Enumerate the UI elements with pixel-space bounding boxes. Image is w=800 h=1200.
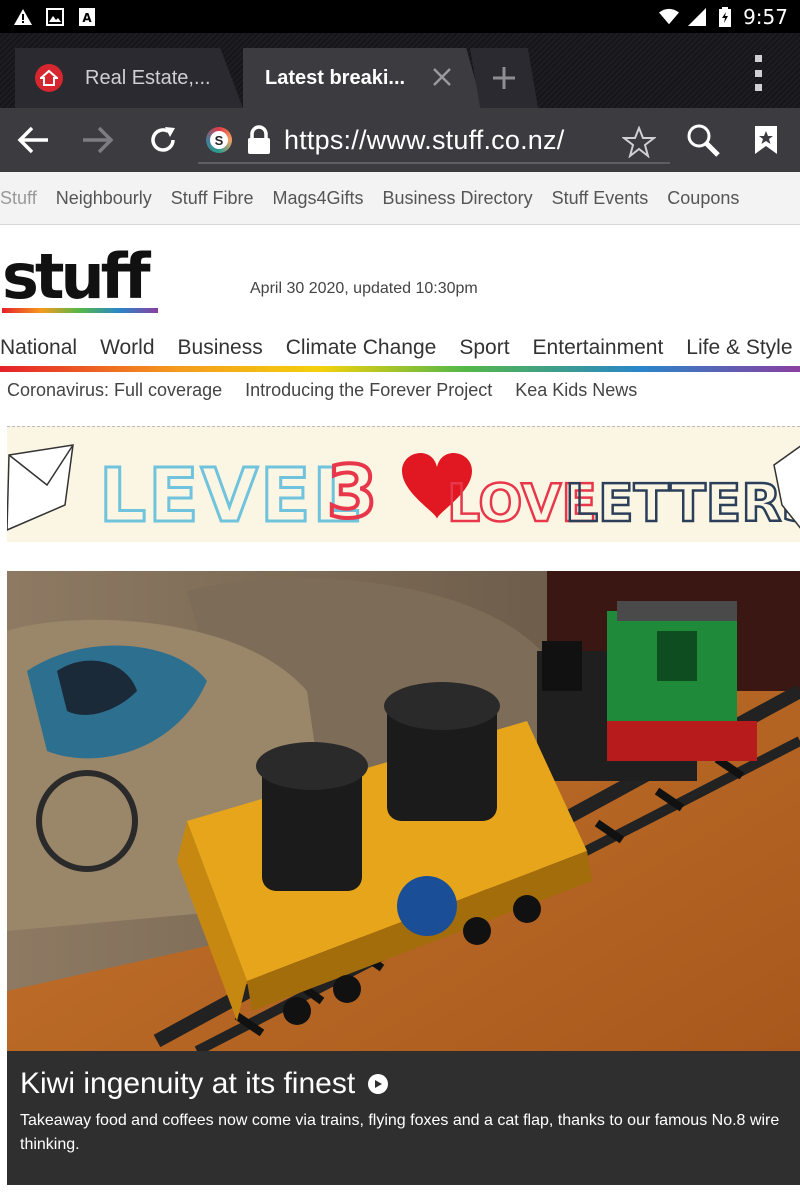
search-icon (687, 124, 720, 157)
tab-bar: Real Estate,... Latest breaki... (0, 33, 800, 108)
subnav-kea-kids-news[interactable]: Kea Kids News (515, 380, 637, 401)
stuff-logo[interactable]: stuff (2, 246, 162, 316)
bookmarks-icon (755, 126, 777, 154)
network-link-stuff-fibre[interactable]: Stuff Fibre (171, 188, 254, 209)
image-icon (45, 7, 65, 27)
site-identity-icon[interactable]: S (206, 127, 232, 153)
text-icon: A (77, 7, 97, 27)
subnav-forever-project[interactable]: Introducing the Forever Project (245, 380, 492, 401)
plus-icon (493, 67, 515, 89)
hero-title-row[interactable]: Kiwi ingenuity at its finest (20, 1067, 787, 1101)
arrow-right-icon (83, 126, 114, 154)
reload-icon (151, 127, 175, 152)
back-button[interactable] (13, 120, 53, 160)
section-climate-change[interactable]: Climate Change (286, 336, 437, 360)
warning-icon (13, 7, 33, 27)
bookmarks-button[interactable] (746, 120, 786, 160)
signal-icon (687, 7, 707, 27)
menu-overflow-icon[interactable] (748, 55, 768, 91)
banner-lettering: LEVEL 3 LOVE LETTERS (99, 448, 799, 533)
svg-text:A: A (82, 11, 92, 25)
section-nav: National World Business Climate Change S… (0, 328, 800, 368)
tab-stuff[interactable]: Latest breaki... (243, 48, 483, 108)
hero-title[interactable]: Kiwi ingenuity at its finest (20, 1067, 355, 1101)
network-link-stuff[interactable]: Stuff (0, 188, 37, 209)
envelope-right-icon (773, 445, 800, 529)
clock: 9:57 (743, 4, 788, 29)
hero-caption[interactable]: Kiwi ingenuity at its finest Takeaway fo… (7, 1051, 800, 1185)
banner-number: 3 (327, 450, 377, 533)
network-link-business-directory[interactable]: Business Directory (383, 188, 533, 209)
network-links-bar: Stuff Neighbourly Stuff Fibre Mags4Gifts… (0, 172, 800, 225)
address-bar[interactable]: S https://www.stuff.co.nz/ (198, 118, 670, 164)
hero-image[interactable] (7, 571, 800, 1051)
new-tab-button[interactable] (470, 48, 538, 108)
house-icon (35, 64, 63, 92)
network-link-coupons[interactable]: Coupons (667, 188, 739, 209)
logo-rainbow-bar (2, 308, 158, 313)
hero-description: Takeaway food and coffees now come via t… (20, 1112, 780, 1153)
level3-love-letters-banner[interactable]: LEVEL 3 LOVE LETTERS (7, 426, 800, 542)
url-text: https://www.stuff.co.nz/ (284, 124, 565, 155)
sub-nav: Coronavirus: Full coverage Introducing t… (7, 380, 660, 401)
subnav-coronavirus[interactable]: Coronavirus: Full coverage (7, 380, 222, 401)
section-entertainment[interactable]: Entertainment (533, 336, 664, 360)
bookmark-star-icon[interactable] (622, 126, 656, 158)
wifi-icon (659, 7, 680, 27)
tab-label: Real Estate,... (85, 66, 211, 89)
section-national[interactable]: National (0, 336, 77, 360)
play-icon (368, 1074, 389, 1094)
reload-button[interactable] (143, 120, 183, 160)
lock-icon (248, 125, 270, 154)
hero-story[interactable]: Kiwi ingenuity at its finest Takeaway fo… (7, 571, 800, 1185)
envelope-left-icon (7, 444, 74, 531)
browser-toolbar: S https://www.stuff.co.nz/ (0, 108, 800, 172)
search-button[interactable] (683, 120, 723, 160)
status-bar: A 9:57 (0, 0, 800, 33)
close-tab-icon[interactable] (431, 66, 453, 88)
battery-icon (715, 6, 735, 27)
section-sport[interactable]: Sport (459, 336, 509, 360)
arrow-left-icon (17, 126, 48, 154)
section-world[interactable]: World (100, 336, 154, 360)
tab-label: Latest breaki... (265, 66, 406, 89)
forward-button[interactable] (78, 120, 118, 160)
dateline: April 30 2020, updated 10:30pm (250, 280, 478, 297)
network-link-neighbourly[interactable]: Neighbourly (56, 188, 152, 209)
banner-word-level: LEVEL (99, 453, 362, 533)
section-life-style[interactable]: Life & Style (686, 336, 792, 360)
network-link-mags4gifts[interactable]: Mags4Gifts (272, 188, 363, 209)
section-rainbow-divider (0, 366, 800, 372)
network-link-stuff-events[interactable]: Stuff Events (552, 188, 649, 209)
tab-real-estate[interactable]: Real Estate,... (15, 48, 243, 108)
banner-word-letters: LETTERS (565, 474, 799, 533)
section-business[interactable]: Business (178, 336, 263, 360)
